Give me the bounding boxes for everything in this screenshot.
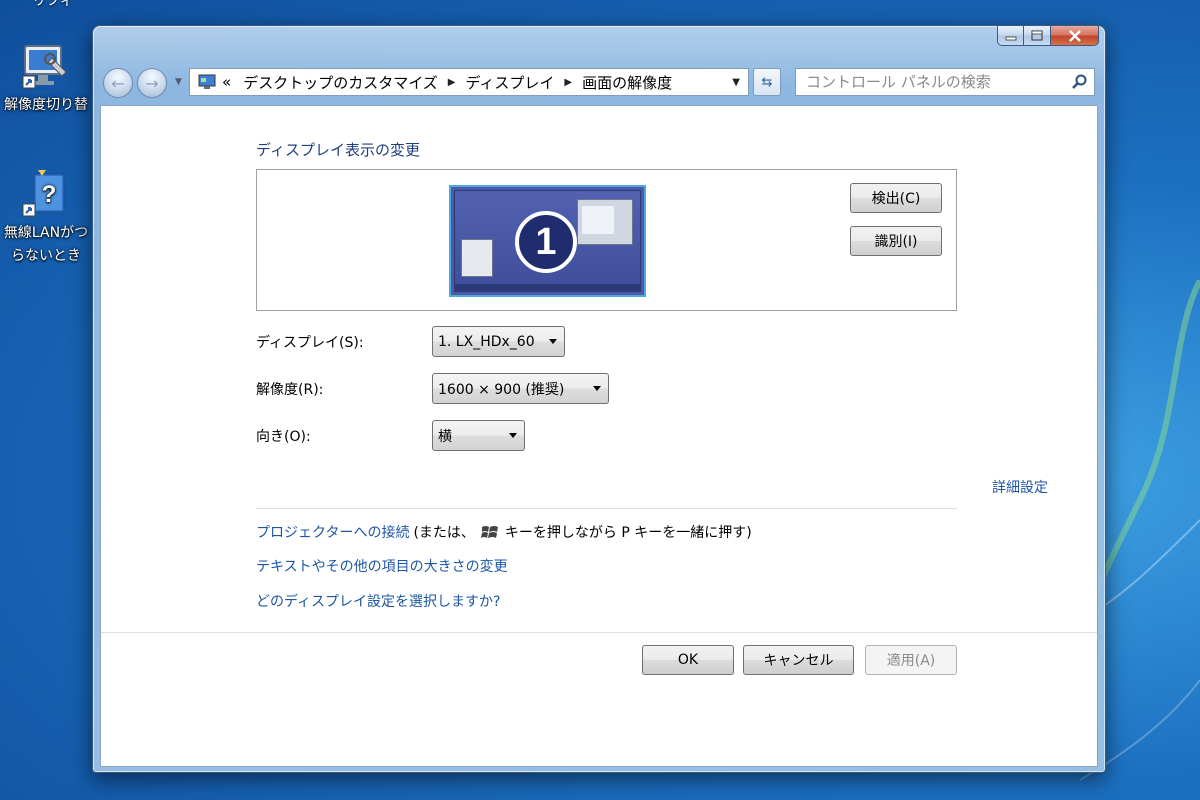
control-panel-icon [198,74,216,89]
display-select-value: 1. LX_HDx_60 [438,333,535,350]
resolution-select[interactable]: 1600 × 900 (推奨) [432,373,609,404]
client-area: ディスプレイ表示の変更 1 検出(C) 識別(I) ディスプレイ(S): 1. … [100,105,1098,767]
text-size-link[interactable]: テキストやその他の項目の大きさの変更 [256,556,508,576]
search-box[interactable] [795,68,1095,96]
chevron-down-icon [593,386,601,391]
projector-hint-suffix: キーを押しながら P キーを一緒に押す) [504,525,752,541]
chevron-down-icon[interactable]: ▼ [732,77,740,88]
windows-logo-icon [480,526,498,538]
search-input[interactable] [806,73,1056,91]
display-label: ディスプレイ(S): [256,335,364,351]
apply-button[interactable]: 適用(A) [865,645,957,675]
close-icon [1068,29,1081,42]
arrow-left-icon: ← [111,73,125,93]
page-title: ディスプレイ表示の変更 [256,141,420,159]
breadcrumb-item-resolution[interactable]: 画面の解像度 [582,72,672,93]
footer-divider [101,632,1097,633]
display-select[interactable]: 1. LX_HDx_60 [432,326,565,357]
back-button[interactable]: ← [103,68,133,98]
chevron-right-icon[interactable]: ▶ [448,77,456,88]
refresh-button[interactable]: ⇆ [753,68,781,96]
monitor-wrench-icon [22,42,70,90]
chevron-down-icon [509,433,517,438]
breadcrumb-item-customize[interactable]: デスクトップのカスタマイズ [243,72,438,93]
monitor-preview: 1 [454,190,641,292]
recent-pages-dropdown[interactable]: ▼ [175,77,182,87]
screen-resolution-window: ← → ▼ « デスクトップのカスタマイズ ▶ ディスプレイ ▶ 画面の解像度 … [92,25,1106,773]
breadcrumb-prefix[interactable]: « [222,73,231,91]
projector-link[interactable]: プロジェクターへの接続 [256,522,409,542]
maximize-icon [1031,30,1043,41]
resolution-label: 解像度(R): [256,382,324,398]
chevron-right-icon[interactable]: ▶ [564,77,572,88]
desktop-icon-wireless-help[interactable]: ? 無線LANがつ らないとき [0,170,92,268]
breadcrumb-item-display[interactable]: ディスプレイ [465,72,554,93]
preview-taskbar [455,284,640,291]
projector-hint-prefix: (または、 [413,525,475,541]
minimize-button[interactable] [997,26,1024,46]
preview-window [461,239,493,277]
monitor-arrangement-panel: 1 検出(C) 識別(I) [256,169,957,311]
desktop-icon-label: 解像度切り替 [4,97,88,113]
resolution-select-value: 1600 × 900 (推奨) [438,381,565,398]
divider [256,508,957,509]
chevron-down-icon [549,339,557,344]
desktop-icon-label-top: リフィ [32,0,74,9]
svg-text:?: ? [42,181,57,208]
orientation-select-value: 横 [438,428,452,445]
navigation-bar: ← → ▼ « デスクトップのカスタマイズ ▶ ディスプレイ ▶ 画面の解像度 … [101,64,1097,100]
arrow-right-icon: → [145,73,159,93]
ok-button[interactable]: OK [642,645,734,675]
close-button[interactable] [1051,26,1099,46]
preview-window [577,199,633,245]
desktop-icon-resolution-switch[interactable]: 解像度切り替 [0,42,92,117]
monitor-1-thumbnail[interactable]: 1 [449,185,646,297]
address-bar[interactable]: « デスクトップのカスタマイズ ▶ ディスプレイ ▶ 画面の解像度 ▼ [189,68,749,96]
refresh-icon: ⇆ [761,74,773,90]
advanced-settings-link[interactable]: 詳細設定 [992,477,1048,497]
cancel-button[interactable]: キャンセル [743,645,854,675]
caption-buttons [997,26,1099,46]
which-display-link[interactable]: どのディスプレイ設定を選択しますか? [256,591,500,611]
projector-row: プロジェクターへの接続 (または、 キーを押しながら P キーを一緒に押す) [256,522,752,542]
identify-button[interactable]: 識別(I) [850,226,942,256]
detect-button[interactable]: 検出(C) [850,183,942,213]
forward-button[interactable]: → [137,68,167,98]
monitor-number: 1 [515,211,577,273]
help-book-icon: ? [22,170,70,218]
orientation-select[interactable]: 横 [432,420,525,451]
desktop-icon-label: 無線LANがつ [3,225,89,241]
search-icon[interactable] [1072,74,1088,90]
minimize-icon [1005,36,1016,40]
orientation-label: 向き(O): [256,429,311,445]
desktop-icon-label: らないとき [11,248,81,264]
maximize-button[interactable] [1024,26,1051,46]
